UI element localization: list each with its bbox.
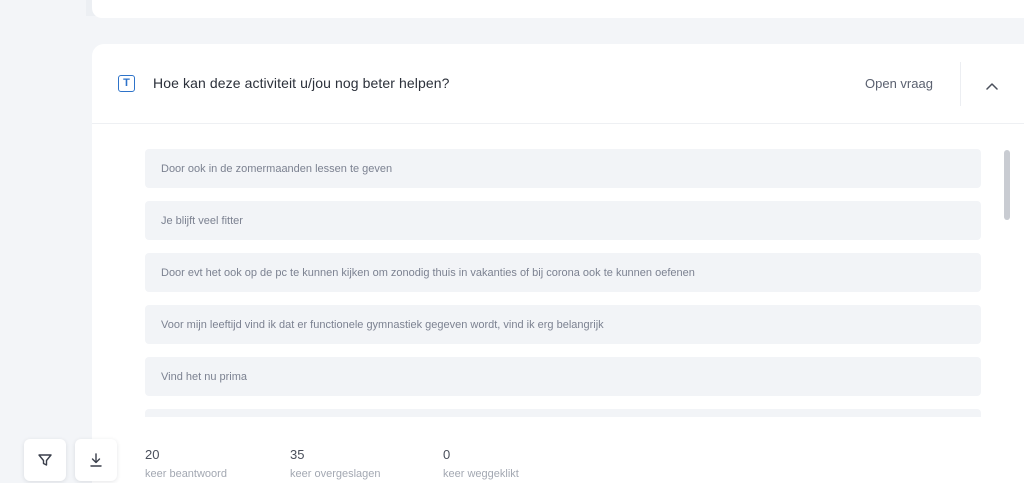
answer-item — [145, 409, 981, 417]
stat-dismissed-value: 0 — [443, 447, 451, 462]
answers-scrollbar[interactable] — [1004, 150, 1010, 420]
chevron-up-icon — [986, 83, 998, 90]
collapse-button[interactable] — [978, 72, 1006, 100]
stat-dismissed: 0 keer weggeklikt — [443, 447, 519, 480]
question-title: Hoe kan deze activiteit u/jou nog beter … — [153, 75, 450, 91]
answer-item: Voor mijn leeftijd vind ik dat er functi… — [145, 305, 981, 344]
question-card: T Hoe kan deze activiteit u/jou nog bete… — [92, 44, 1024, 483]
filter-button[interactable] — [24, 439, 66, 481]
stat-answered-value: 20 — [145, 447, 160, 462]
previous-card — [92, 0, 1024, 18]
text-icon: T — [118, 75, 135, 92]
download-button[interactable] — [75, 439, 117, 481]
answer-item: Door ook in de zomermaanden lessen te ge… — [145, 149, 981, 188]
answer-item: Je blijft veel fitter — [145, 201, 981, 240]
download-icon — [90, 453, 102, 467]
question-header[interactable]: T Hoe kan deze activiteit u/jou nog bete… — [92, 44, 1024, 124]
stat-skipped-value: 35 — [290, 447, 305, 462]
answers-list[interactable]: Door ook in de zomermaanden lessen te ge… — [145, 149, 981, 417]
scrollbar-thumb[interactable] — [1004, 150, 1010, 220]
header-divider — [960, 62, 961, 106]
page: T Hoe kan deze activiteit u/jou nog bete… — [0, 0, 1024, 483]
answer-item: Vind het nu prima — [145, 357, 981, 396]
question-type-label: Open vraag — [865, 76, 933, 91]
stat-skipped-label: keer overgeslagen — [290, 468, 381, 480]
answer-item: Door evt het ook op de pc te kunnen kijk… — [145, 253, 981, 292]
stat-dismissed-label: keer weggeklikt — [443, 468, 519, 480]
stat-skipped: 35 keer overgeslagen — [290, 447, 381, 480]
filter-icon — [38, 454, 52, 466]
stat-answered-label: keer beantwoord — [145, 468, 227, 480]
stat-answered: 20 keer beantwoord — [145, 447, 227, 480]
